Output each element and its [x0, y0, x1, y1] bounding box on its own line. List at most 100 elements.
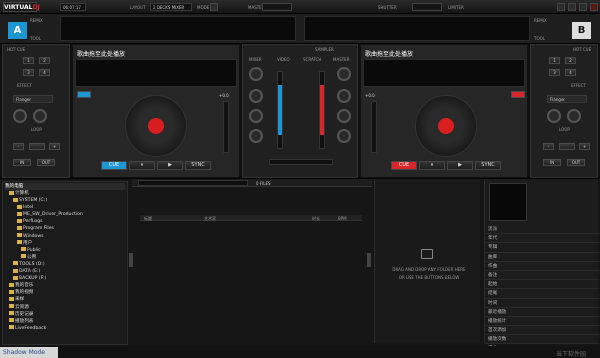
tree-item[interactable]: 历史记录 [5, 311, 125, 318]
effect-select[interactable]: Flanger [13, 95, 53, 103]
tree-item[interactable]: Program Files [5, 225, 125, 232]
close-icon[interactable] [590, 3, 598, 11]
minimize-icon[interactable] [568, 3, 576, 11]
deck-b-pitch-fader[interactable] [371, 101, 377, 153]
platter-center [438, 118, 454, 134]
col-length[interactable]: 时长 [312, 216, 320, 222]
tree-item[interactable]: 公用 [5, 254, 125, 261]
eq-high-b[interactable] [337, 89, 351, 103]
sampler-label[interactable]: SAMPLER [315, 47, 334, 52]
deck-b-waveform[interactable] [363, 59, 525, 87]
hotcue-2[interactable]: 2 [565, 57, 576, 64]
deck-a-pause[interactable]: ⏸ [129, 161, 155, 170]
tab-master[interactable]: MASTER [333, 57, 349, 62]
col-bpm[interactable]: BPM [338, 216, 347, 221]
deck-a-overview[interactable] [60, 16, 296, 41]
hotcue-1[interactable]: 1 [549, 57, 560, 64]
gain-a-knob[interactable] [249, 67, 263, 81]
effect-knob-2[interactable] [567, 109, 581, 123]
tree-item[interactable]: 用户 [5, 240, 125, 247]
eq-low-b[interactable] [337, 129, 351, 143]
tree-item[interactable]: PerfLogs [5, 218, 125, 225]
hotcue-4[interactable]: 4 [565, 69, 576, 76]
search-input[interactable] [138, 180, 248, 186]
loop-toggle[interactable] [29, 143, 45, 150]
hotcue-2[interactable]: 2 [39, 57, 50, 64]
folder-icon [9, 304, 14, 308]
deck-b-play[interactable]: ▶ [447, 161, 473, 170]
tree-item[interactable]: Intel [5, 204, 125, 211]
slip-button[interactable] [77, 91, 91, 98]
effect-knob-2[interactable] [33, 109, 47, 123]
deck-a-play[interactable]: ▶ [157, 161, 183, 170]
tree-item[interactable]: 我的视频 [5, 289, 125, 296]
col-artist[interactable]: 艺术家 [204, 216, 216, 222]
deck-b-platter[interactable] [415, 95, 477, 157]
gain-b-knob[interactable] [337, 67, 351, 81]
slip-button[interactable] [511, 91, 525, 98]
deck-b-pause[interactable]: ⏸ [419, 161, 445, 170]
deck-b-sync[interactable]: SYNC [475, 161, 501, 170]
tree-item[interactable]: LiveFeedback [5, 325, 125, 332]
deck-b-cue[interactable]: CUE [391, 161, 417, 170]
info-field: 年代 [485, 234, 599, 244]
tree-item[interactable]: Public [5, 247, 125, 254]
loop-label: LOOP [559, 127, 570, 132]
loop-double[interactable]: + [579, 143, 590, 150]
hotcue-4[interactable]: 4 [39, 69, 50, 76]
left-splitter[interactable] [129, 253, 133, 267]
tree-item[interactable]: Windows [5, 233, 125, 240]
deck-a-pitch-fader[interactable] [223, 101, 229, 153]
tab-video[interactable]: VIDEO [277, 57, 290, 62]
deck-a-cue[interactable]: CUE [101, 161, 127, 170]
tree-item[interactable]: 云资源 [5, 304, 125, 311]
deck-a-tool: TOOL [30, 36, 41, 41]
tree-item[interactable]: DATA (E:) [5, 268, 125, 275]
effect-select[interactable]: Flanger [547, 95, 587, 103]
tree-item[interactable]: 播放列表 [5, 318, 125, 325]
tree-item[interactable]: 计算机 [5, 190, 125, 197]
crossfader[interactable] [269, 159, 333, 165]
loop-toggle[interactable] [559, 143, 575, 150]
hotcue-1[interactable]: 1 [23, 57, 34, 64]
folder-icon [17, 233, 22, 238]
tree-item-label: 用户 [23, 240, 33, 246]
effect-knob-1[interactable] [547, 109, 561, 123]
loop-label: LOOP [31, 127, 42, 132]
deck-a-waveform[interactable] [75, 59, 237, 87]
cover-art [489, 183, 527, 221]
deck-a-platter[interactable] [125, 95, 187, 157]
hotcue-3[interactable]: 3 [549, 69, 560, 76]
loop-out[interactable]: OUT [37, 159, 55, 166]
mid-splitter[interactable] [367, 253, 371, 267]
settings-icon[interactable] [557, 3, 565, 11]
deck-b-pads: HOT CUE 1 2 3 4 EFFECT Flanger LOOP - + … [530, 44, 598, 178]
loop-out[interactable]: OUT [567, 159, 585, 166]
tab-scratch[interactable]: SCRATCH [303, 57, 321, 62]
eq-low-a[interactable] [249, 129, 263, 143]
tree-item[interactable]: BACKUP (F:) [5, 275, 125, 282]
tree-item[interactable]: SYSTEM (C:) [5, 197, 125, 204]
loop-double[interactable]: + [49, 143, 60, 150]
maximize-icon[interactable] [579, 3, 587, 11]
info-field: 作曲 [485, 262, 599, 271]
col-title[interactable]: 标题 [144, 216, 152, 222]
loop-half[interactable]: - [13, 143, 24, 150]
tree-item[interactable]: 采样 [5, 296, 125, 303]
tree-item[interactable]: 我的音乐 [5, 282, 125, 289]
eq-mid-a[interactable] [249, 109, 263, 123]
tree-item[interactable]: ME_SW_Driver_Production [5, 211, 125, 218]
loop-in[interactable]: IN [543, 159, 561, 166]
mode-button[interactable] [210, 3, 218, 11]
effect-knob-1[interactable] [13, 109, 27, 123]
deck-a-sync[interactable]: SYNC [185, 161, 211, 170]
loop-in[interactable]: IN [13, 159, 31, 166]
tree-item[interactable]: TOOLS (D:) [5, 261, 125, 268]
tab-mixer[interactable]: MIXER [249, 57, 262, 62]
eq-mid-b[interactable] [337, 109, 351, 123]
hotcue-3[interactable]: 3 [23, 69, 34, 76]
loop-half[interactable]: - [543, 143, 554, 150]
deck-b-overview[interactable] [304, 16, 530, 41]
layout-select[interactable]: 2 DECKS MIXER [150, 3, 192, 11]
eq-high-a[interactable] [249, 89, 263, 103]
